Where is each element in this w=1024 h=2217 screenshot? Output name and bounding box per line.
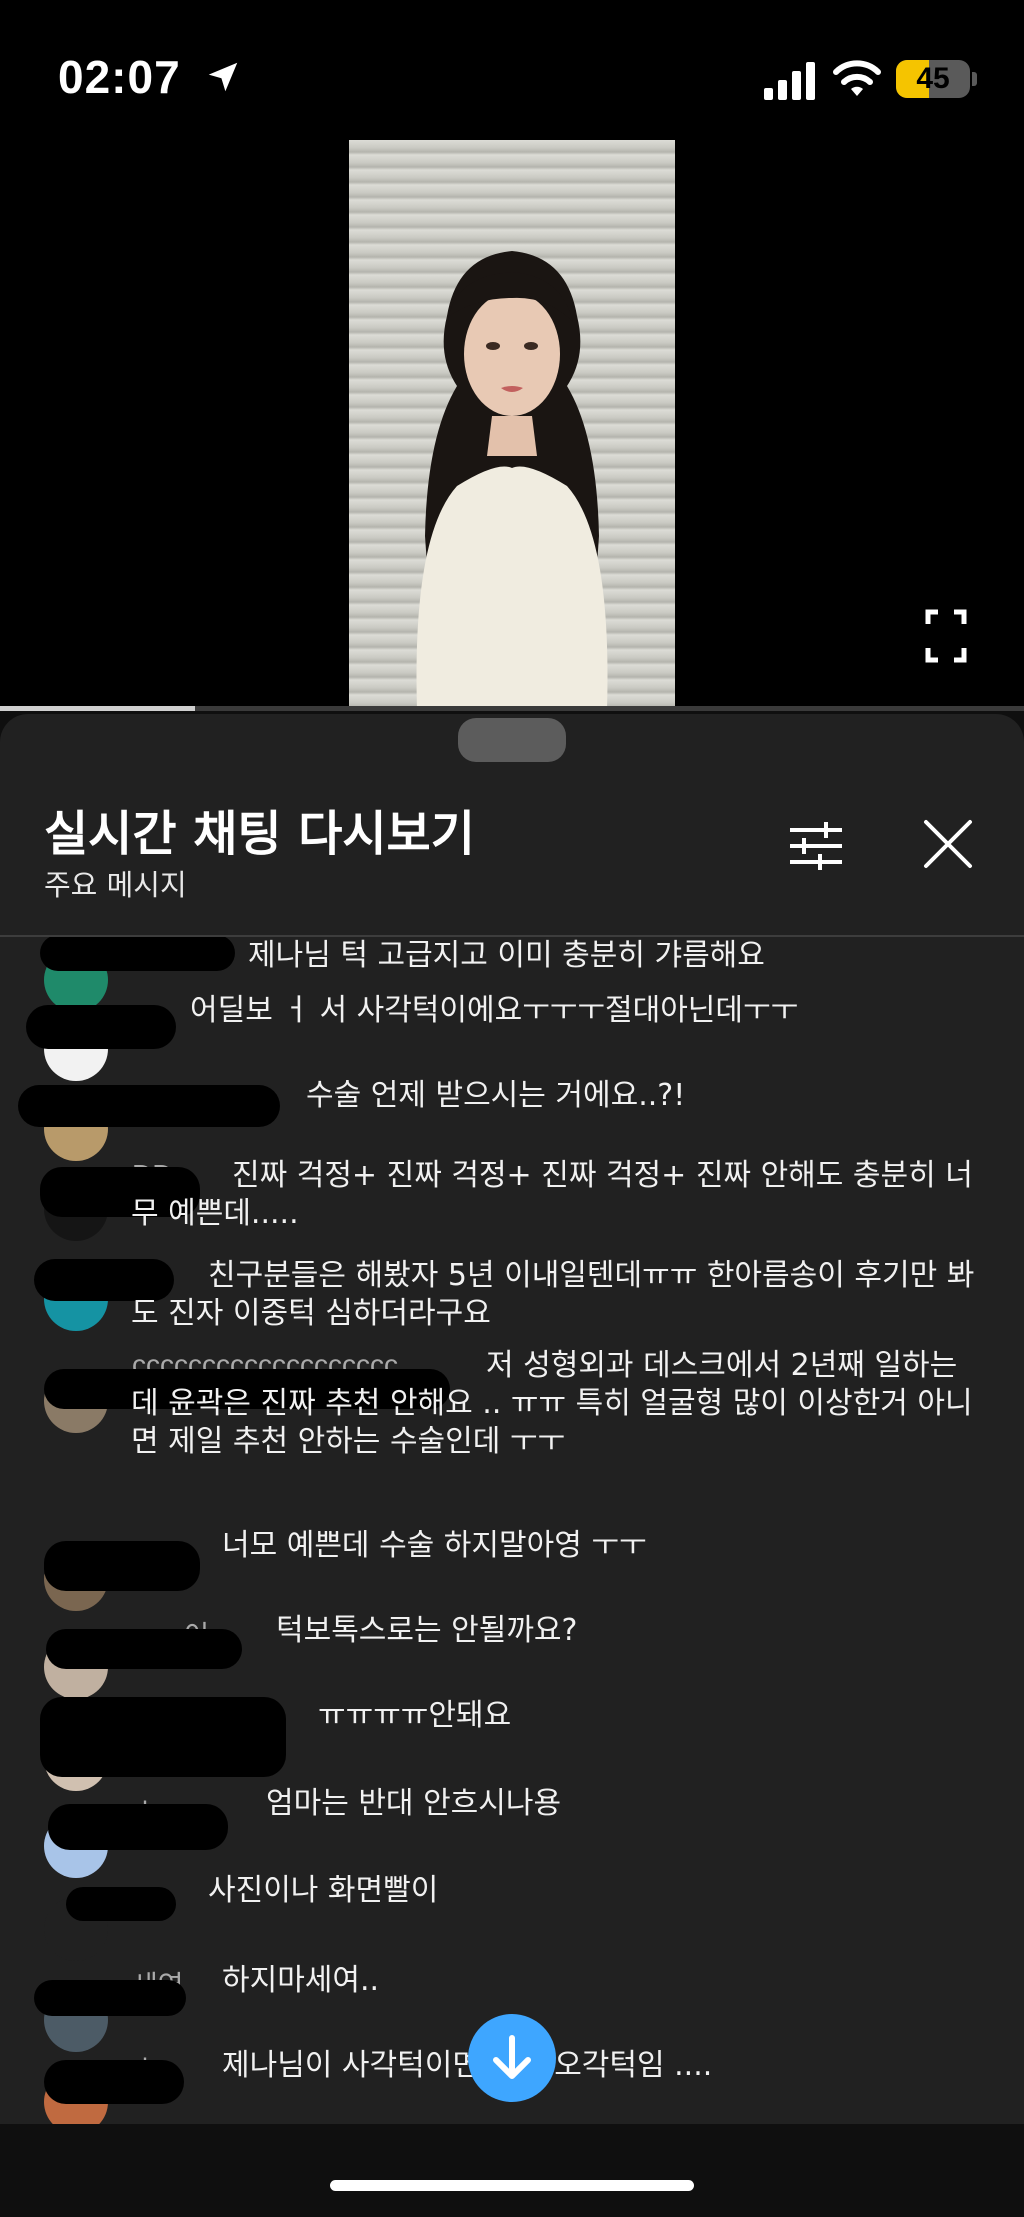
video-frame[interactable] xyxy=(349,140,675,710)
arrow-down-icon xyxy=(493,2035,531,2079)
message-text: 제나님이 사각턱이면 ㅓ는 오각턱임 .... xyxy=(222,2048,713,2083)
chat-message-list[interactable]: ㄴ ㅡ제나님 턱 고급지고 이미 충분히 갸름해요ㅁ어딜보 ㅓ 서 사각턱이에요… xyxy=(0,937,1024,2124)
location-arrow-icon xyxy=(208,62,238,92)
bottom-bar xyxy=(0,2124,1024,2217)
message-text: 수술 언제 받으시는 거에요..?! xyxy=(306,1078,686,1113)
message-text: 턱보톡스로는 안될까요? xyxy=(276,1613,578,1648)
message-text: 하지마세여.. xyxy=(222,1963,380,1998)
status-bar: 02:07 45 xyxy=(0,0,1024,140)
message-text: 어딜보 ㅓ 서 사각턱이에요ㅜㅜㅜ절대아닌데ㅜㅜ xyxy=(190,993,799,1028)
message-text: ㅠㅠㅠㅠ안돼요 xyxy=(318,1698,512,1733)
battery-nub xyxy=(972,72,977,86)
message-text: 엄마는 반대 안흐시나용 xyxy=(266,1786,562,1821)
chat-filter-mode[interactable]: 주요 메시지 xyxy=(44,862,187,904)
message-text: 저 성형외과 데스크에서 2년째 일하는데 윤곽은 진짜 추천 안해요 .. ㅠ… xyxy=(131,1348,973,1459)
message-text: 사진이나 화면빨이 xyxy=(208,1873,439,1908)
close-icon[interactable] xyxy=(918,814,978,874)
streamer-figure xyxy=(416,251,608,710)
video-player[interactable] xyxy=(0,140,1024,710)
cellular-signal-icon xyxy=(764,62,815,100)
status-time: 02:07 xyxy=(58,51,181,103)
message-text: 제나님 턱 고급지고 이미 충분히 갸름해요 xyxy=(248,938,765,973)
home-indicator[interactable] xyxy=(330,2180,694,2191)
drag-handle[interactable] xyxy=(458,718,566,762)
message-text: 너모 예쁜데 수술 하지말아영 ㅜㅜ xyxy=(222,1528,647,1563)
battery-icon: 45 xyxy=(896,60,970,98)
battery-level: 45 xyxy=(916,62,950,95)
progress-bar[interactable] xyxy=(0,706,1024,711)
message-text: 진짜 걱정+ 진짜 걱정+ 진짜 걱정+ 진짜 안해도 충분히 너무 예쁜데..… xyxy=(131,1158,973,1231)
chat-title: 실시간 채팅 다시보기 xyxy=(44,806,475,862)
scroll-to-bottom-button[interactable] xyxy=(468,2014,556,2102)
message-text: 친구분들은 해봤자 5년 이내일텐데ㅠㅠ 한아름송이 후기만 봐도 진자 이중턱… xyxy=(131,1258,975,1331)
progress-fill xyxy=(0,706,195,711)
live-chat-replay-panel: 실시간 채팅 다시보기 주요 메시지 ㄴ ㅡ제나님 턱 고급지고 이미 충분히 … xyxy=(0,714,1024,2124)
fullscreen-icon[interactable] xyxy=(924,608,968,664)
filter-sliders-icon[interactable] xyxy=(786,816,846,876)
wifi-icon xyxy=(833,60,881,96)
